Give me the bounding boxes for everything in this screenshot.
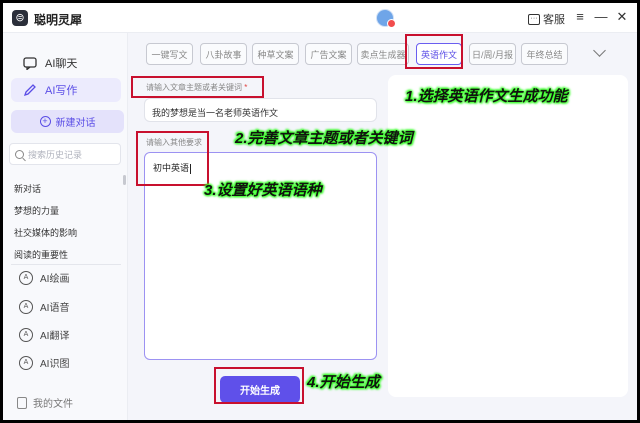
app-title: 聪明灵犀 [34, 13, 83, 27]
pen-icon [23, 83, 37, 97]
menu-icon[interactable]: ≡ [572, 9, 588, 24]
title-bar: ⊜ 聪明灵犀 ··· 客服 ≡ — ✕ [3, 3, 637, 33]
highlight-box-start-button [214, 367, 304, 404]
annotation-step4: 4.开始生成 [307, 374, 380, 391]
sidebar-item-ai-image-recognition[interactable]: A AI识图 [19, 355, 69, 370]
user-avatar[interactable] [376, 9, 396, 28]
new-chat-label: 新建对话 [55, 118, 96, 129]
tab-one-click-write[interactable]: 一键写文 [146, 43, 193, 65]
image-recognition-icon: A [19, 355, 33, 370]
my-files-button[interactable]: 我的文件 [17, 395, 73, 410]
sidebar-item-ai-paint[interactable]: A AI绘画 [19, 270, 69, 285]
search-placeholder: 搜索历史记录 [28, 149, 83, 160]
highlight-box-topic [131, 76, 264, 98]
annotation-step3: 3.设置好英语语种 [204, 182, 322, 199]
sidebar-item-label: AI写作 [45, 85, 78, 97]
app-window: ⊜ 聪明灵犀 ··· 客服 ≡ — ✕ AI聊天 AI写作 + 新建对话 搜索历… [3, 3, 637, 420]
chat-icon [23, 56, 37, 70]
tab-reports[interactable]: 日/周/月报 [469, 43, 516, 65]
sidebar-item-label: AI绘画 [40, 274, 70, 285]
sidebar-item-label: AI聊天 [45, 58, 78, 70]
sidebar-item-label: AI识图 [40, 359, 70, 370]
annotation-step2: 2.完善文章主题或者关键词 [235, 130, 413, 147]
history-item[interactable]: 阅读的重要性 [14, 248, 68, 261]
my-files-label: 我的文件 [33, 399, 73, 410]
file-icon [17, 396, 27, 409]
highlight-box-requirements [136, 131, 209, 186]
history-search-input[interactable]: 搜索历史记录 [9, 143, 121, 165]
annotation-step1: 1.选择英语作文生成功能 [405, 88, 568, 105]
writing-type-tabs: 一键写文 八卦故事 种草文案 广告文案 卖点生成器 英语作文 日/周/月报 年终… [128, 33, 637, 73]
search-icon [15, 149, 24, 159]
sidebar-item-ai-voice[interactable]: A AI语音 [19, 299, 69, 314]
history-item[interactable]: 梦想的力量 [14, 204, 59, 217]
sidebar-item-label: AI语音 [40, 303, 70, 314]
support-label: 客服 [543, 14, 565, 26]
sidebar-item-ai-translate[interactable]: A AI翻译 [19, 327, 69, 342]
close-button[interactable]: ✕ [614, 9, 630, 25]
sidebar-item-label: AI翻译 [40, 331, 70, 342]
tab-recommend-copy[interactable]: 种草文案 [252, 43, 299, 65]
new-chat-button[interactable]: + 新建对话 [11, 110, 124, 133]
tab-ad-copy[interactable]: 广告文案 [305, 43, 352, 65]
tab-year-end-summary[interactable]: 年终总结 [521, 43, 568, 65]
history-item[interactable]: 社交媒体的影响 [14, 226, 77, 239]
sidebar: AI聊天 AI写作 + 新建对话 搜索历史记录 新对话 梦想的力量 社交媒体的影… [3, 33, 128, 420]
sidebar-item-ai-writing[interactable]: AI写作 [11, 78, 121, 102]
support-chat-icon: ··· [528, 13, 540, 25]
topic-input[interactable]: 我的梦想是当一名老师英语作文 [144, 98, 377, 122]
support-button[interactable]: ··· 客服 [528, 11, 565, 27]
history-scrollbar[interactable] [123, 175, 126, 185]
app-logo-icon: ⊜ [12, 10, 28, 26]
sidebar-item-ai-chat[interactable]: AI聊天 [11, 51, 121, 75]
voice-icon: A [19, 299, 33, 314]
chevron-down-icon[interactable] [593, 44, 606, 57]
translate-icon: A [19, 327, 33, 342]
tab-selling-point[interactable]: 卖点生成器 [357, 43, 409, 65]
output-panel [388, 75, 628, 397]
tab-gossip-story[interactable]: 八卦故事 [200, 43, 247, 65]
paint-icon: A [19, 270, 33, 285]
divider [11, 264, 121, 265]
highlight-box-english-tab [405, 34, 463, 69]
minimize-button[interactable]: — [593, 9, 609, 24]
history-item[interactable]: 新对话 [14, 182, 41, 195]
plus-icon: + [39, 116, 51, 127]
